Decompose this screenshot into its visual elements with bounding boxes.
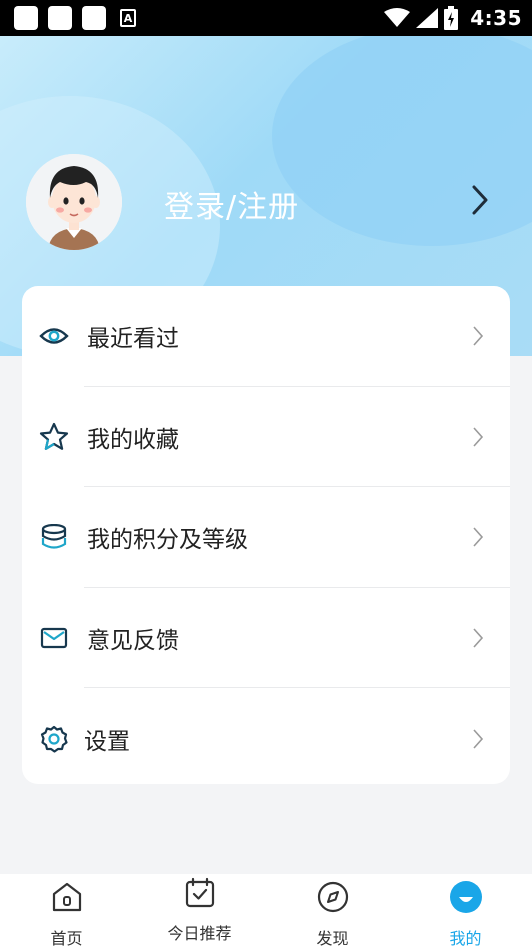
nav-tab-today-recommend[interactable]: 今日推荐 — [133, 874, 266, 946]
home-icon — [52, 882, 81, 912]
text-notification-icon: A — [120, 9, 136, 27]
menu-item-settings[interactable]: 设置 — [22, 688, 510, 789]
wifi-icon — [384, 8, 411, 27]
menu-item-recently-viewed[interactable]: 最近看过 — [22, 286, 510, 387]
nav-tab-label: 发现 — [316, 929, 349, 946]
menu-item-label: 意见反馈 — [87, 628, 179, 655]
chevron-right-icon[interactable] — [466, 183, 494, 217]
menu-item-label: 我的收藏 — [87, 426, 179, 453]
chevron-right-icon — [473, 527, 484, 548]
chevron-right-icon — [473, 628, 484, 648]
status-bar: A 4:35 — [0, 0, 532, 36]
chevron-right-icon — [473, 326, 484, 346]
menu-card: 最近看过 我的收藏 我的积分及等级 意见反馈 设置 — [22, 286, 510, 784]
battery-icon — [444, 6, 459, 30]
star-icon — [38, 421, 70, 453]
compass-icon — [317, 881, 348, 913]
notification-icon — [14, 6, 38, 30]
nav-tab-label: 今日推荐 — [167, 924, 232, 943]
status-notifications: A — [14, 6, 136, 30]
menu-item-label: 我的积分及等级 — [87, 527, 248, 554]
eye-icon — [38, 320, 70, 352]
menu-item-favorites[interactable]: 我的收藏 — [22, 387, 510, 488]
nav-tab-mine[interactable]: 我的 — [399, 874, 532, 946]
login-register-link[interactable]: 登录/注册 — [164, 182, 299, 226]
status-system: 4:35 — [384, 6, 522, 30]
mail-icon — [38, 622, 70, 654]
chevron-right-icon — [473, 427, 484, 447]
profile-face-icon — [449, 881, 482, 913]
avatar[interactable] — [26, 154, 122, 250]
cell-signal-icon — [416, 8, 439, 28]
status-time: 4:35 — [470, 6, 522, 30]
menu-item-feedback[interactable]: 意见反馈 — [22, 588, 510, 689]
avatar-boy-icon — [26, 154, 122, 250]
bottom-nav: 首页 今日推荐 发现 我的 — [0, 874, 532, 946]
chevron-right-icon — [473, 729, 484, 749]
nav-tab-discover[interactable]: 发现 — [266, 874, 399, 946]
nav-tab-label: 首页 — [50, 929, 83, 946]
menu-item-points-level[interactable]: 我的积分及等级 — [22, 487, 510, 588]
gear-icon — [38, 723, 70, 755]
menu-item-label: 设置 — [84, 728, 130, 755]
nav-tab-home[interactable]: 首页 — [0, 874, 133, 946]
notification-icon — [48, 6, 72, 30]
menu-item-label: 最近看过 — [87, 326, 179, 353]
nav-tab-label: 我的 — [449, 929, 482, 946]
calendar-check-icon — [185, 877, 214, 908]
notification-icon — [82, 6, 106, 30]
coins-stack-icon — [38, 521, 70, 553]
